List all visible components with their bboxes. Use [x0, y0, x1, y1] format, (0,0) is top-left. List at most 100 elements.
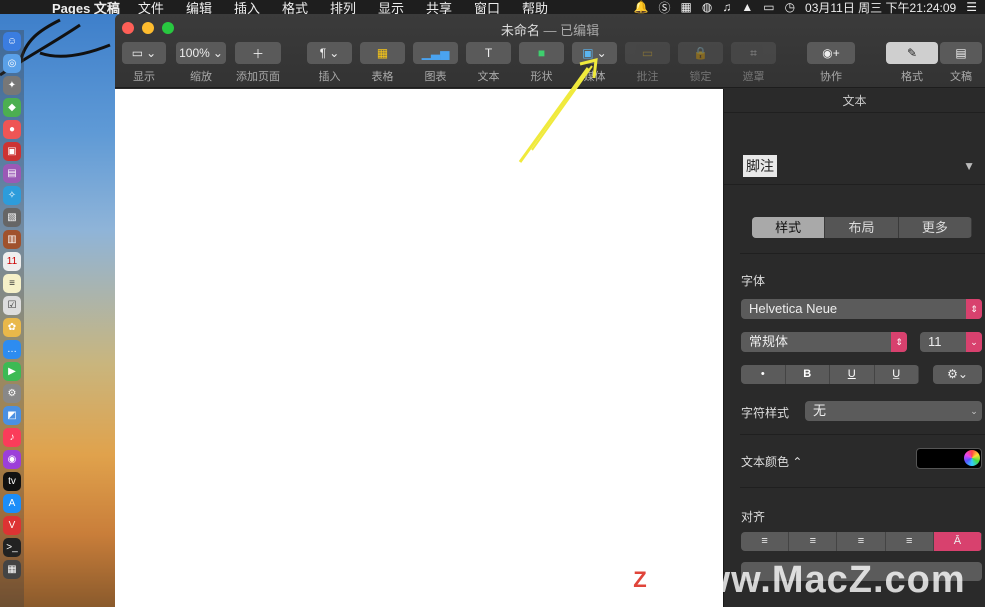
notification-icon[interactable]: 🔔 [634, 0, 649, 14]
zoom-tool[interactable]: 100% ⌄ 缩放 [176, 42, 226, 84]
shape-button[interactable]: ■ [519, 42, 564, 64]
bullet-button[interactable]: • [741, 365, 786, 384]
misc-icon[interactable]: ▦ [3, 560, 21, 579]
mask-button[interactable]: ⌗ [731, 42, 776, 64]
app-store-icon[interactable]: A [3, 494, 21, 513]
text-icon: T [484, 46, 493, 60]
shape-tool[interactable]: ■ 形状 [519, 42, 564, 84]
lock-tool[interactable]: 🔒 锁定 [678, 42, 723, 84]
compass-icon[interactable]: ✧ [3, 186, 21, 205]
font-family-select[interactable]: Helvetica Neue ⇕ [741, 299, 982, 319]
table-tool[interactable]: ▦ 表格 [360, 42, 405, 84]
font-weight-select[interactable]: 常规体 ⇕ [741, 332, 907, 352]
menu-help[interactable]: 帮助 [522, 0, 548, 15]
font-size-field[interactable]: 11 ⌄ [920, 332, 982, 352]
photos-icon[interactable]: ✿ [3, 318, 21, 337]
auto-align-button[interactable]: Ā [933, 532, 982, 551]
char-style-select[interactable]: 无 ⌄ [805, 401, 982, 421]
menu-file[interactable]: 文件 [138, 0, 164, 15]
music-dock-icon[interactable]: ♪ [3, 428, 21, 447]
view-button[interactable]: ▭ ⌄ [122, 42, 166, 64]
document-button[interactable]: ▤ [940, 42, 982, 64]
document-tool[interactable]: ▤ 文稿 [940, 42, 982, 84]
zoom-button[interactable]: 100% ⌄ [176, 42, 226, 64]
chart-tool[interactable]: ▁▃▅ 图表 [413, 42, 458, 84]
menu-format[interactable]: 格式 [282, 0, 308, 15]
lock-button[interactable]: 🔒 [678, 42, 723, 64]
vivaldi-icon[interactable]: V [3, 516, 21, 535]
menubar-clock[interactable]: 03月11日 周三 下午21:24:09 [805, 0, 956, 15]
terminal-icon[interactable]: >_ [3, 538, 21, 557]
tab-more[interactable]: 更多 [899, 217, 972, 238]
text-button[interactable]: T [466, 42, 511, 64]
podcasts-icon[interactable]: ◉ [3, 450, 21, 469]
reminders-icon[interactable]: ☑ [3, 296, 21, 315]
paragraph-style-name[interactable]: 脚注 [743, 155, 777, 177]
chrome-icon[interactable]: ● [3, 120, 21, 139]
comment-button[interactable]: ▭ [625, 42, 670, 64]
disclosure-triangle-icon[interactable]: ▼ [963, 159, 975, 173]
text-options-button[interactable]: ⚙⌄ [933, 365, 982, 384]
finder-icon[interactable]: ☺ [3, 32, 21, 51]
calendar-dock-icon[interactable]: 11 [3, 252, 21, 271]
menu-arrange[interactable]: 排列 [330, 0, 356, 15]
menu-view[interactable]: 显示 [378, 0, 404, 15]
airplay-icon[interactable]: ▲ [741, 0, 753, 14]
facetime-icon[interactable]: ▶ [3, 362, 21, 381]
add-page-tool[interactable]: ＋ 添加页面 [235, 42, 281, 84]
format-tool[interactable]: ✎ 格式 [886, 42, 938, 84]
battery-icon[interactable]: ▭ [763, 0, 774, 14]
messages-icon[interactable]: … [3, 340, 21, 359]
align-left-button[interactable]: ≡ [741, 532, 790, 551]
add-page-button[interactable]: ＋ [235, 42, 281, 64]
tab-style[interactable]: 样式 [752, 217, 826, 238]
view-tool[interactable]: ▭ ⌄ 显示 [122, 42, 166, 84]
s-app-icon[interactable]: Ⓢ [658, 0, 670, 15]
text-color-label[interactable]: 文本颜色 ⌃ [741, 453, 802, 470]
menu-edit[interactable]: 编辑 [186, 0, 212, 15]
music-icon[interactable]: ♫ [722, 0, 731, 14]
android-icon[interactable]: ◆ [3, 98, 21, 117]
table-button[interactable]: ▦ [360, 42, 405, 64]
launchpad-icon[interactable]: ✦ [3, 76, 21, 95]
mask-tool[interactable]: ⌗ 遮罩 [731, 42, 776, 84]
notes-brown-icon[interactable]: ▥ [3, 230, 21, 249]
app-menu[interactable]: Pages 文稿 [52, 0, 120, 15]
calendar-icon[interactable]: ▦ [681, 0, 692, 14]
align-right-button[interactable]: ≡ [837, 532, 886, 551]
media-tool[interactable]: ▣ ⌄ 媒体 [572, 42, 617, 84]
format-button[interactable]: ✎ [886, 42, 938, 64]
paragraph-style-picker[interactable]: 脚注 ▼ [724, 113, 985, 185]
list-icon[interactable]: ☰ [966, 0, 977, 14]
bold-button[interactable]: B [786, 365, 830, 384]
insert-button[interactable]: ¶ ⌄ [307, 42, 352, 64]
menu-window[interactable]: 窗口 [474, 0, 500, 15]
menu-insert[interactable]: 插入 [234, 0, 260, 15]
tv-icon[interactable]: tv [3, 472, 21, 491]
chart-button[interactable]: ▁▃▅ [413, 42, 458, 64]
keynote-icon[interactable]: ◩ [3, 406, 21, 425]
underline-button[interactable]: U [830, 365, 875, 384]
comment-tool[interactable]: ▭ 批注 [625, 42, 670, 84]
align-justify-button[interactable]: ≡ [886, 532, 934, 551]
text-tool[interactable]: T 文本 [466, 42, 511, 84]
clock-icon[interactable]: ◷ [785, 0, 795, 14]
media-button[interactable]: ▣ ⌄ [572, 42, 617, 64]
insert-tool[interactable]: ¶ ⌄ 插入 [307, 42, 352, 84]
double-underline-button[interactable]: U̲ [875, 365, 919, 384]
collaborate-button[interactable]: ◉+ [807, 42, 855, 64]
menu-share[interactable]: 共享 [426, 0, 452, 15]
document-canvas[interactable] [115, 89, 723, 607]
collaborate-tool[interactable]: ◉+ 协作 [807, 42, 855, 84]
notes-icon[interactable]: ≡ [3, 274, 21, 293]
app-red-icon[interactable]: ▣ [3, 142, 21, 161]
tab-layout[interactable]: 布局 [825, 217, 899, 238]
align-center-button[interactable]: ≡ [789, 532, 838, 551]
preview-icon[interactable]: ▧ [3, 208, 21, 227]
settings-icon[interactable]: ⚙ [3, 384, 21, 403]
color-wheel-icon[interactable] [964, 450, 980, 466]
app-purple-icon[interactable]: ▤ [3, 164, 21, 183]
safari-icon[interactable]: ◎ [3, 54, 21, 73]
document-name[interactable]: 未命名 [501, 23, 540, 38]
globe-icon[interactable]: ◍ [702, 0, 712, 14]
